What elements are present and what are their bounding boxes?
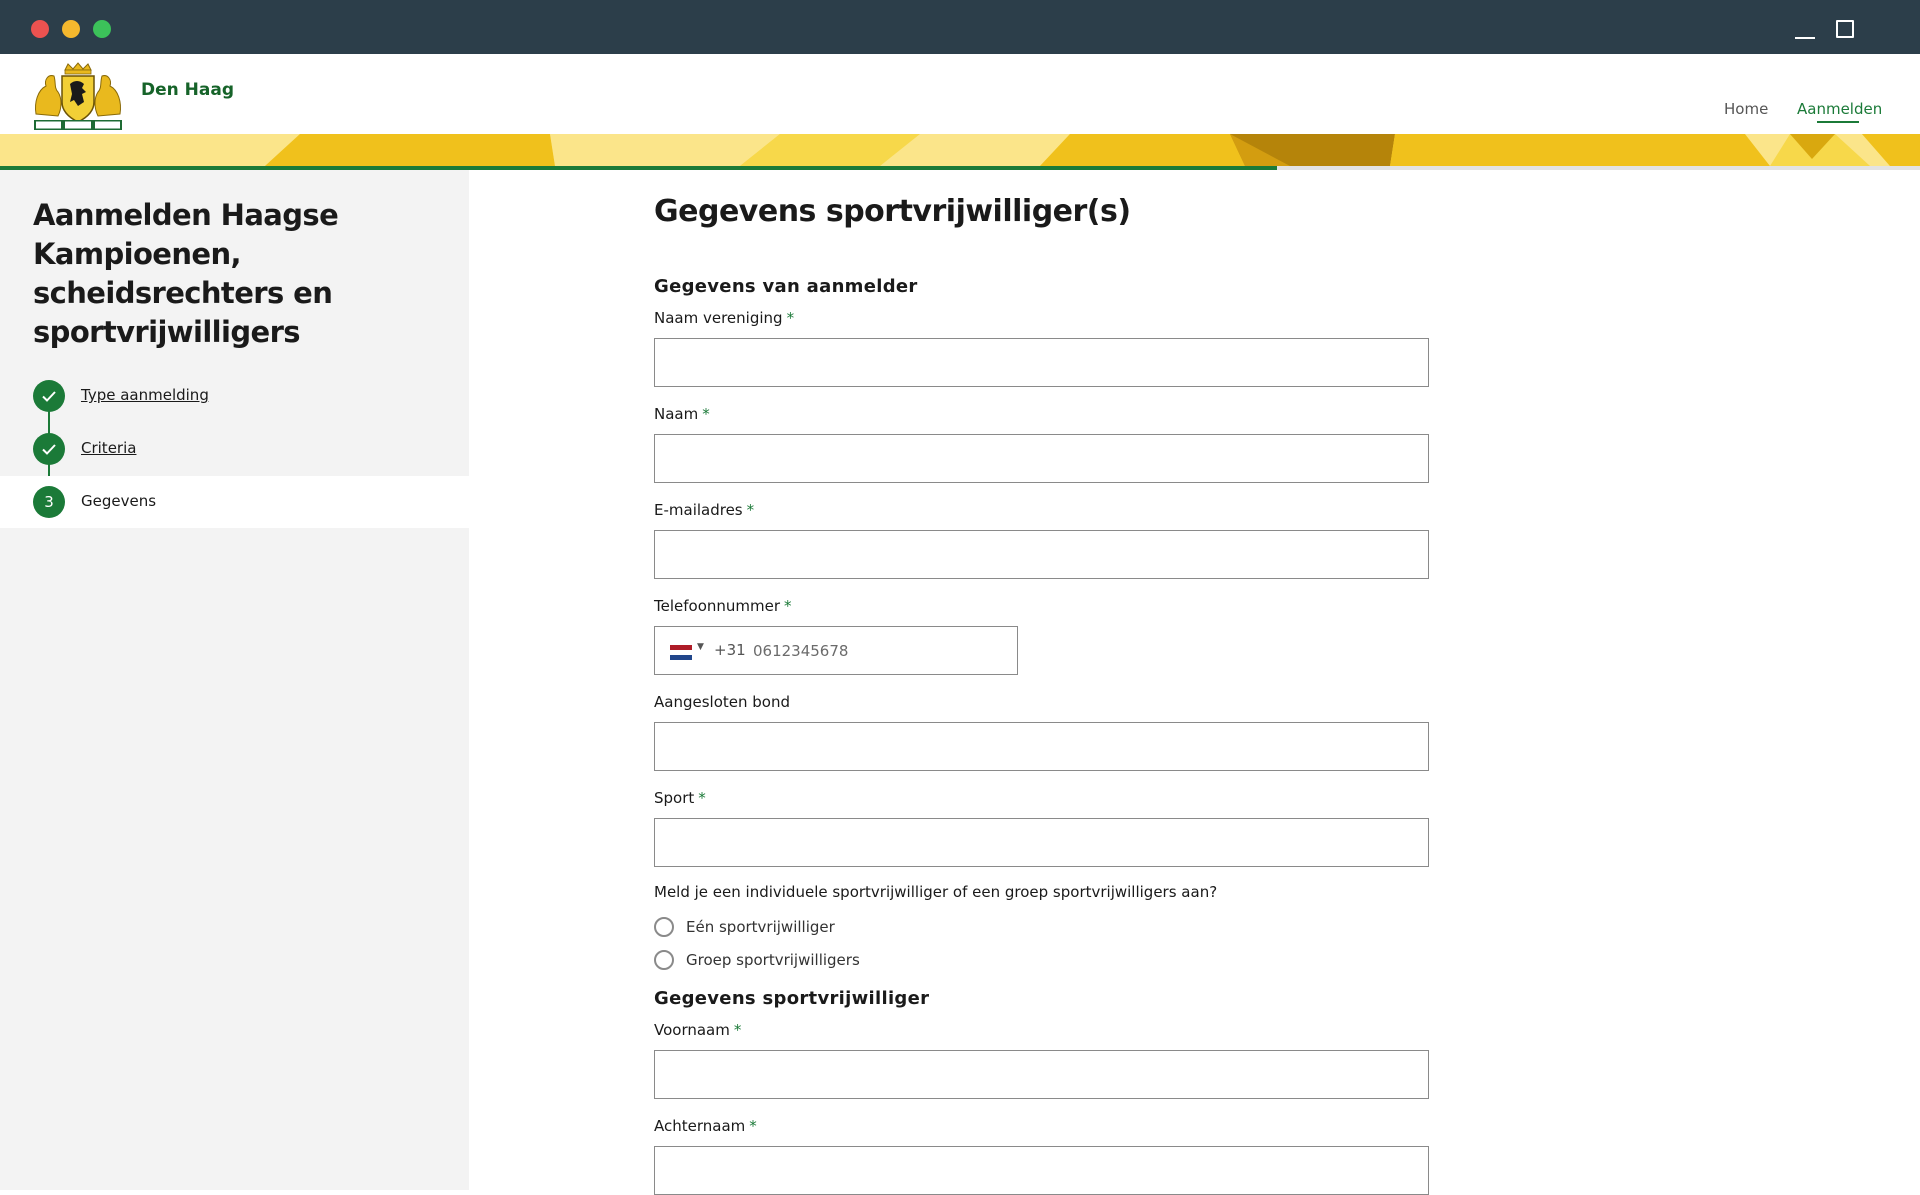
radio-button[interactable] [654, 917, 674, 937]
required-marker: * [749, 1117, 757, 1135]
achternaam-input[interactable] [654, 1146, 1429, 1195]
nav-aanmelden-link[interactable]: Aanmelden [1797, 100, 1882, 118]
required-marker: * [698, 789, 706, 807]
telefoon-input[interactable] [751, 628, 1011, 673]
required-marker: * [733, 1021, 742, 1039]
sidebar-title: Aanmelden Haagse Kampioenen, scheidsrech… [33, 198, 339, 349]
naam-vereniging-label: Naam vereniging * [654, 309, 795, 327]
sport-label: Sport * [654, 789, 706, 807]
minimize-icon[interactable] [1795, 37, 1815, 39]
naam-label: Naam * [654, 405, 710, 423]
page-title: Gegevens sportvrijwilliger(s) [654, 194, 1131, 229]
nav-active-underline [1817, 121, 1859, 123]
section-title-aanmelder: Gegevens van aanmelder [654, 276, 918, 297]
step-number-badge: 3 [33, 486, 65, 518]
radio-label[interactable]: Groep sportvrijwilligers [686, 951, 860, 969]
bond-label: Aangesloten bond [654, 693, 790, 711]
step-gegevens: 3 Gegevens [0, 476, 469, 528]
phone-field: ▼ +31 [654, 626, 1018, 675]
dial-code: +31 [714, 641, 746, 659]
sport-input[interactable] [654, 818, 1429, 867]
step-label[interactable]: Criteria [81, 439, 136, 457]
den-haag-coat-of-arms-logo[interactable] [32, 62, 124, 132]
required-marker: * [746, 501, 755, 519]
netherlands-flag-icon[interactable] [670, 645, 692, 660]
voornaam-label: Voornaam * [654, 1021, 742, 1039]
voornaam-input[interactable] [654, 1050, 1429, 1099]
window-titlebar [0, 0, 1920, 54]
maximize-icon[interactable] [1836, 20, 1854, 38]
naam-vereniging-input[interactable] [654, 338, 1429, 387]
sidebar: Aanmelden Haagse Kampioenen, scheidsrech… [0, 170, 469, 1190]
naam-input[interactable] [654, 434, 1429, 483]
check-icon [33, 380, 65, 412]
minimize-window-button[interactable] [62, 20, 80, 38]
required-marker: * [784, 597, 792, 615]
check-icon [33, 433, 65, 465]
decorative-banner [0, 134, 1920, 166]
nav-home-link[interactable]: Home [1724, 100, 1768, 118]
achternaam-label: Achternaam * [654, 1117, 757, 1135]
country-dropdown-caret-icon[interactable]: ▼ [697, 642, 704, 652]
bond-input[interactable] [654, 722, 1429, 771]
zoom-window-button[interactable] [93, 20, 111, 38]
telefoon-label: Telefoonnummer * [654, 597, 792, 615]
radio-label[interactable]: Eén sportvrijwilliger [686, 918, 835, 936]
email-label: E-mailadres * [654, 501, 755, 519]
step-criteria[interactable]: Criteria [0, 423, 469, 475]
group-question: Meld je een individuele sportvrijwillige… [654, 883, 1218, 901]
required-marker: * [786, 309, 795, 327]
site-header: Den Haag Home Aanmelden [0, 54, 1920, 134]
radio-button[interactable] [654, 950, 674, 970]
brand-name[interactable]: Den Haag [141, 80, 234, 100]
section-title-vrijwilliger: Gegevens sportvrijwilliger [654, 988, 930, 1009]
step-label[interactable]: Type aanmelding [81, 386, 209, 404]
close-window-button[interactable] [31, 20, 49, 38]
email-input[interactable] [654, 530, 1429, 579]
required-marker: * [702, 405, 710, 423]
step-label: Gegevens [81, 492, 157, 510]
step-type-aanmelding[interactable]: Type aanmelding [0, 370, 469, 422]
